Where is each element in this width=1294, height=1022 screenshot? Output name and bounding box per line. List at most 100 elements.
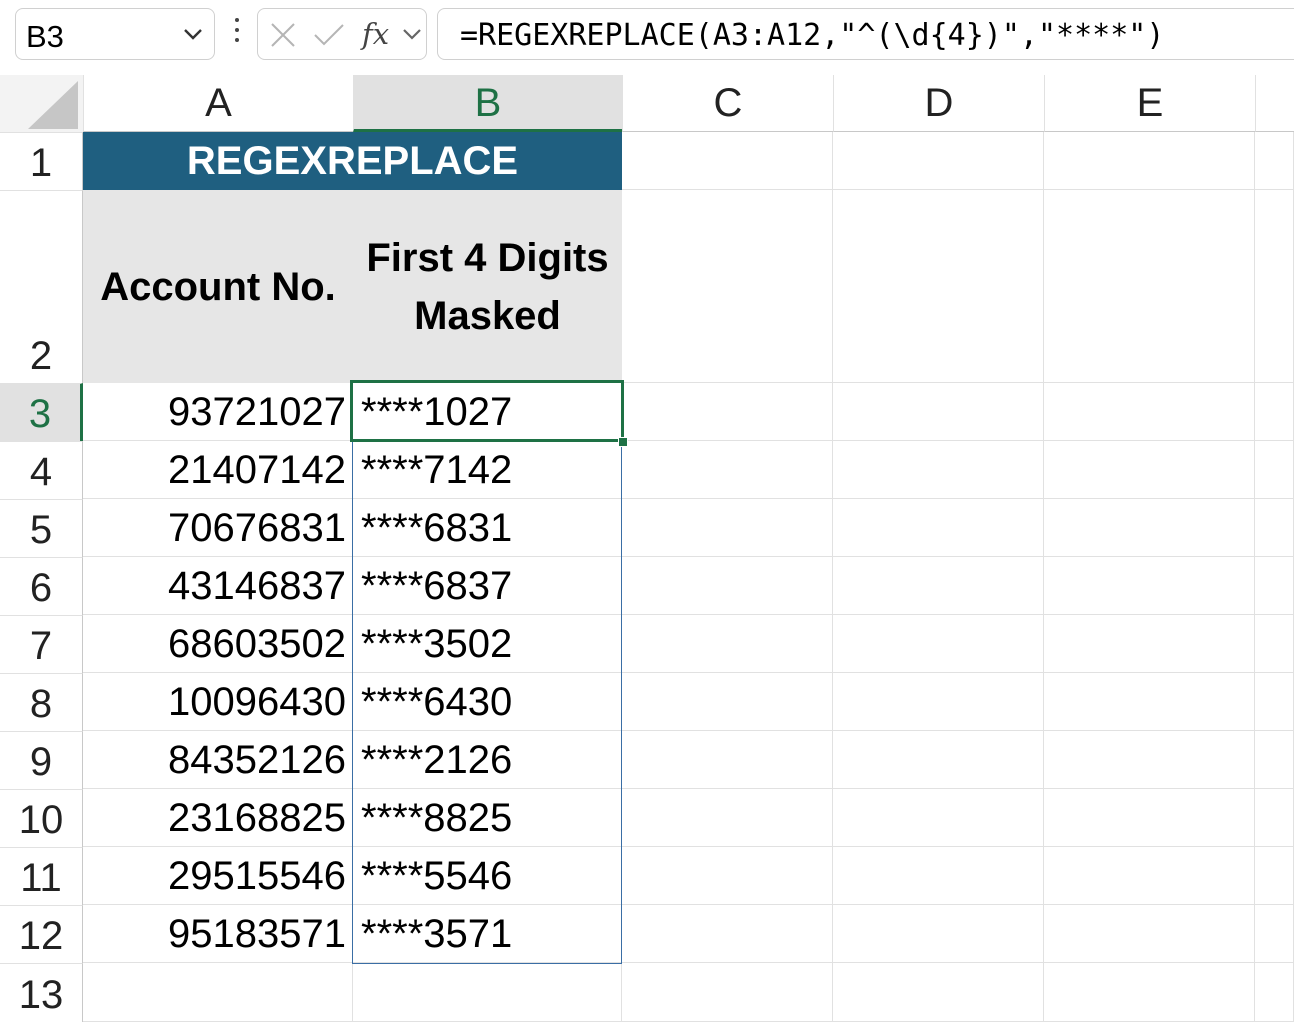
row-header-5[interactable]: 5: [0, 499, 83, 557]
cell[interactable]: [622, 673, 833, 731]
header-masked[interactable]: First 4 Digits Masked: [353, 190, 622, 383]
cell[interactable]: [622, 132, 833, 190]
cell[interactable]: [1255, 441, 1294, 499]
row-header-11[interactable]: 11: [0, 847, 83, 905]
cell[interactable]: [833, 731, 1044, 789]
row-header-12[interactable]: 12: [0, 905, 83, 963]
check-icon[interactable]: [313, 22, 345, 48]
cell[interactable]: [833, 441, 1044, 499]
cancel-icon[interactable]: [270, 22, 296, 48]
masked-cell[interactable]: ****3502: [353, 615, 622, 673]
cell[interactable]: [1255, 847, 1294, 905]
cell[interactable]: [833, 383, 1044, 441]
row-header-1[interactable]: 1: [0, 132, 83, 190]
masked-cell[interactable]: ****6831: [353, 499, 622, 557]
account-cell[interactable]: 29515546: [83, 847, 353, 905]
cell[interactable]: [833, 190, 1044, 383]
cell[interactable]: [1255, 615, 1294, 673]
masked-cell[interactable]: ****7142: [353, 441, 622, 499]
cell[interactable]: [622, 557, 833, 615]
column-header-e[interactable]: E: [1044, 75, 1255, 132]
header-account-no[interactable]: Account No.: [83, 190, 353, 383]
cell[interactable]: [833, 615, 1044, 673]
cell[interactable]: [833, 789, 1044, 847]
insert-function-icon[interactable]: fx: [362, 17, 389, 51]
row-header-6[interactable]: 6: [0, 557, 83, 615]
cell[interactable]: [1044, 615, 1255, 673]
cell[interactable]: [833, 673, 1044, 731]
cell[interactable]: [1044, 132, 1255, 190]
cell[interactable]: [1044, 963, 1255, 1022]
cell[interactable]: [1044, 905, 1255, 963]
row-header-3[interactable]: 3: [0, 383, 83, 441]
account-cell[interactable]: 21407142: [83, 441, 353, 499]
cell[interactable]: [1044, 383, 1255, 441]
cell[interactable]: [1255, 132, 1294, 190]
cell[interactable]: [1255, 383, 1294, 441]
cell[interactable]: [622, 731, 833, 789]
masked-cell[interactable]: ****2126: [353, 731, 622, 789]
formula-input[interactable]: =REGEXREPLACE(A3:A12,"^(\d{4})","****"): [437, 8, 1294, 60]
account-cell[interactable]: 10096430: [83, 673, 353, 731]
name-box[interactable]: B3: [15, 8, 215, 60]
masked-cell[interactable]: ****3571: [353, 905, 622, 963]
masked-cell[interactable]: ****5546: [353, 847, 622, 905]
account-cell[interactable]: 43146837: [83, 557, 353, 615]
cell[interactable]: [1255, 789, 1294, 847]
cell[interactable]: [622, 789, 833, 847]
account-cell[interactable]: 70676831: [83, 499, 353, 557]
cell[interactable]: [833, 132, 1044, 190]
cell[interactable]: [1044, 789, 1255, 847]
column-header-b[interactable]: B: [353, 75, 622, 132]
chevron-down-icon[interactable]: [182, 23, 204, 45]
masked-cell[interactable]: ****1027: [353, 383, 622, 441]
cell[interactable]: [1044, 557, 1255, 615]
column-header-d[interactable]: D: [833, 75, 1044, 132]
cell[interactable]: [1255, 731, 1294, 789]
cell[interactable]: [83, 963, 353, 1022]
row-header-8[interactable]: 8: [0, 673, 83, 731]
cell[interactable]: [1044, 673, 1255, 731]
column-header-f[interactable]: [1255, 75, 1294, 132]
cell[interactable]: [622, 615, 833, 673]
cell[interactable]: [1044, 190, 1255, 383]
cell[interactable]: [1255, 499, 1294, 557]
cell[interactable]: [1255, 673, 1294, 731]
cell[interactable]: [833, 847, 1044, 905]
cell[interactable]: [833, 499, 1044, 557]
cell[interactable]: [622, 383, 833, 441]
account-cell[interactable]: 23168825: [83, 789, 353, 847]
account-cell[interactable]: 95183571: [83, 905, 353, 963]
cell[interactable]: [622, 441, 833, 499]
row-header-4[interactable]: 4: [0, 441, 83, 499]
cell[interactable]: [833, 905, 1044, 963]
cell[interactable]: [353, 963, 622, 1022]
masked-cell[interactable]: ****6430: [353, 673, 622, 731]
cell[interactable]: [1255, 557, 1294, 615]
cell[interactable]: [833, 557, 1044, 615]
row-header-7[interactable]: 7: [0, 615, 83, 673]
row-header-2[interactable]: 2: [0, 190, 83, 383]
cell[interactable]: [1044, 731, 1255, 789]
cell[interactable]: [622, 963, 833, 1022]
cell[interactable]: [1255, 905, 1294, 963]
fill-handle[interactable]: [618, 437, 628, 447]
cell[interactable]: [622, 190, 833, 383]
select-all-button[interactable]: [0, 75, 83, 132]
account-cell[interactable]: 93721027: [83, 383, 353, 441]
cell[interactable]: [833, 963, 1044, 1022]
title-cell[interactable]: REGEXREPLACE: [83, 132, 622, 190]
cell[interactable]: [1044, 499, 1255, 557]
cell[interactable]: [1255, 963, 1294, 1022]
cell[interactable]: [622, 905, 833, 963]
cell[interactable]: [1044, 847, 1255, 905]
account-cell[interactable]: 68603502: [83, 615, 353, 673]
row-header-10[interactable]: 10: [0, 789, 83, 847]
chevron-down-icon[interactable]: [401, 23, 423, 45]
masked-cell[interactable]: ****8825: [353, 789, 622, 847]
cell[interactable]: [1255, 190, 1294, 383]
cell[interactable]: [1044, 441, 1255, 499]
row-header-9[interactable]: 9: [0, 731, 83, 789]
cell[interactable]: [622, 847, 833, 905]
more-options-icon[interactable]: [229, 18, 245, 52]
